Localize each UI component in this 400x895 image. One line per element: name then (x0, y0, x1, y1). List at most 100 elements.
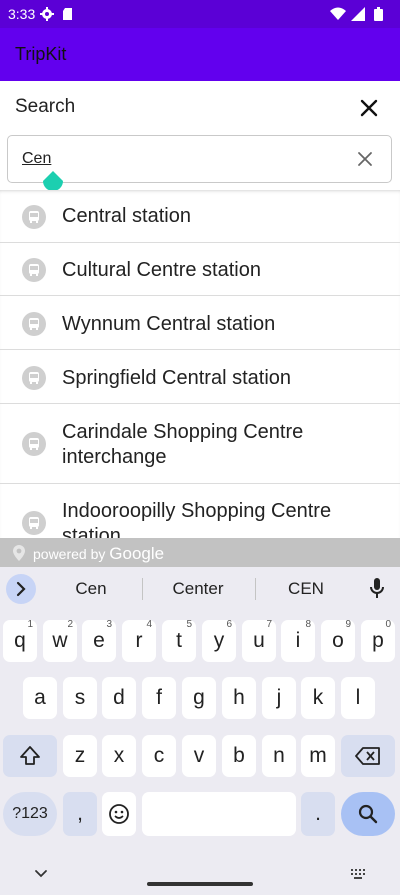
key-d[interactable]: d (102, 677, 136, 719)
key-s[interactable]: s (63, 677, 97, 719)
clear-search-button[interactable] (355, 149, 375, 169)
key-k[interactable]: k (301, 677, 335, 719)
on-screen-keyboard: Cen Center CEN q1 w2 e3 r4 t5 y6 u7 i8 o… (0, 567, 400, 895)
key-z[interactable]: z (63, 735, 97, 777)
key-j[interactable]: j (262, 677, 296, 719)
bus-stop-icon (22, 312, 46, 336)
key-q[interactable]: q1 (3, 619, 37, 662)
close-button[interactable] (356, 95, 382, 121)
search-title: Search (15, 96, 76, 117)
key-hint: 2 (67, 619, 73, 630)
bus-stop-icon (22, 366, 46, 390)
result-item[interactable]: Carindale Shopping Centre interchange (0, 404, 400, 484)
suggestion-3[interactable]: CEN (256, 579, 356, 599)
key-a[interactable]: a (23, 677, 57, 719)
result-label: Central station (62, 205, 191, 227)
sd-card-icon (61, 7, 75, 21)
key-x[interactable]: x (102, 735, 136, 777)
key-label: p (372, 629, 384, 652)
key-r[interactable]: r4 (122, 619, 156, 662)
key-y[interactable]: y6 (202, 619, 236, 662)
key-v[interactable]: v (182, 735, 216, 777)
app-title: TripKit (15, 44, 67, 64)
result-item[interactable]: Indooroopilly Shopping Centre station (0, 484, 400, 538)
key-hint: 8 (305, 619, 311, 630)
result-item[interactable]: Wynnum Central station (0, 296, 400, 350)
bus-stop-icon (22, 205, 46, 229)
key-label: t (176, 629, 182, 652)
key-label: i (295, 629, 301, 652)
key-label: w (52, 629, 68, 652)
chevron-right-icon (16, 581, 26, 597)
result-label: Indooroopilly Shopping Centre station (62, 500, 332, 538)
key-label: u (253, 629, 265, 652)
wifi-icon (330, 7, 346, 21)
period-key[interactable]: . (301, 792, 335, 836)
key-label: e (93, 629, 105, 652)
search-icon (358, 804, 378, 824)
key-hint: 9 (345, 619, 351, 630)
key-g[interactable]: g (182, 677, 216, 719)
key-label: o (332, 629, 344, 652)
microphone-button[interactable] (368, 577, 386, 604)
battery-icon (374, 7, 383, 21)
clear-icon (358, 152, 372, 166)
search-key[interactable] (341, 792, 395, 836)
key-i[interactable]: i8 (281, 619, 315, 662)
cell-signal-icon (351, 7, 365, 21)
key-t[interactable]: t5 (162, 619, 196, 662)
symbols-key[interactable]: ?123 (3, 792, 57, 836)
attribution-brand: Google (109, 544, 165, 563)
key-label: q (14, 629, 26, 652)
key-label: r (135, 629, 143, 652)
key-o[interactable]: o9 (321, 619, 355, 662)
result-label: Springfield Central station (62, 367, 292, 389)
key-m[interactable]: m (301, 735, 335, 777)
search-input-value[interactable]: Cen (22, 150, 51, 168)
key-p[interactable]: p0 (361, 619, 395, 662)
emoji-key[interactable] (102, 792, 136, 836)
comma-key[interactable]: , (63, 792, 97, 836)
keyboard-switch-button[interactable] (350, 867, 366, 885)
key-c[interactable]: c (142, 735, 176, 777)
key-hint: 3 (106, 619, 112, 630)
suggestion-divider (142, 578, 143, 600)
microphone-icon (370, 578, 384, 598)
key-hint: 7 (266, 619, 272, 630)
result-item[interactable]: Central station (0, 190, 400, 243)
result-item[interactable]: Cultural Centre station (0, 242, 400, 296)
chevron-down-icon (35, 870, 47, 878)
results-list: Central station Cultural Centre station … (0, 190, 400, 538)
key-h[interactable]: h (222, 677, 256, 719)
key-hint: 1 (27, 619, 33, 630)
backspace-icon (355, 747, 380, 765)
key-hint: 6 (226, 619, 232, 630)
home-gesture-bar[interactable] (147, 882, 253, 886)
status-time: 3:33 (8, 6, 36, 22)
shift-key[interactable] (3, 735, 57, 777)
attribution-text: powered by Google (33, 544, 164, 564)
space-key[interactable] (142, 792, 296, 836)
expand-toolbar-button[interactable] (6, 574, 36, 604)
status-bar: 3:33 (0, 0, 400, 28)
suggestion-1[interactable]: Cen (41, 579, 141, 599)
key-f[interactable]: f (142, 677, 176, 719)
result-label: Wynnum Central station (62, 313, 276, 335)
attribution-prefix: powered by (33, 546, 106, 562)
shift-icon (20, 746, 40, 765)
hide-keyboard-button[interactable] (33, 867, 49, 885)
backspace-key[interactable] (341, 735, 395, 777)
bus-stop-icon (22, 258, 46, 282)
close-icon (360, 99, 378, 117)
google-attribution-bar: powered by Google (0, 538, 400, 567)
key-n[interactable]: n (262, 735, 296, 777)
suggestion-2[interactable]: Center (148, 579, 248, 599)
key-e[interactable]: e3 (82, 619, 116, 662)
key-l[interactable]: l (341, 677, 375, 719)
search-input[interactable]: Cen (7, 135, 392, 183)
key-b[interactable]: b (222, 735, 256, 777)
result-label: Cultural Centre station (62, 259, 261, 281)
key-u[interactable]: u7 (242, 619, 276, 662)
result-item[interactable]: Springfield Central station (0, 350, 400, 404)
key-w[interactable]: w2 (43, 619, 77, 662)
